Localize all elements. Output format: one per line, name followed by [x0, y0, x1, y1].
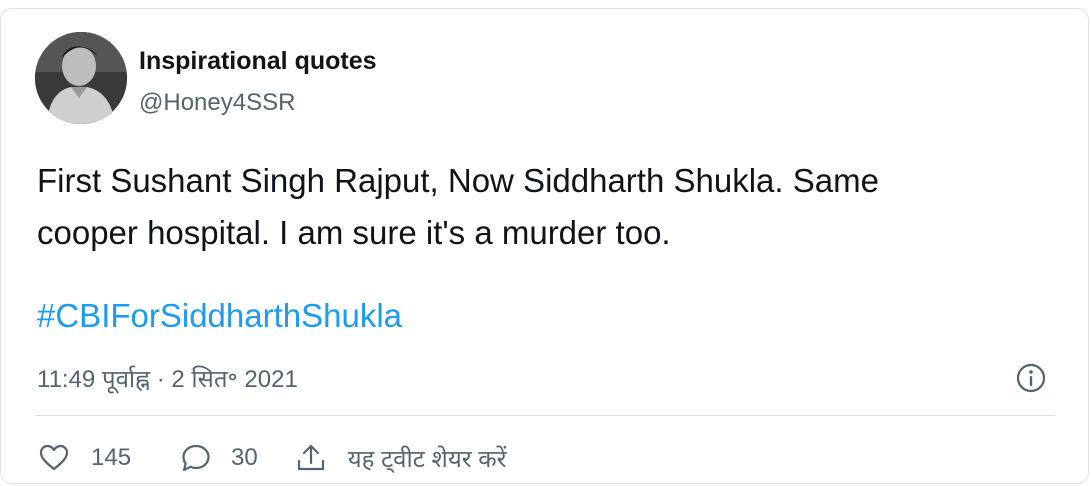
reply-count: 30: [231, 444, 258, 471]
tweet-card: Inspirational quotes @Honey4SSR First Su…: [0, 8, 1089, 484]
author-display-name[interactable]: Inspirational quotes: [139, 47, 377, 76]
avatar[interactable]: [35, 32, 127, 124]
hashtag-link[interactable]: #CBIForSiddharthShukla: [37, 297, 402, 335]
share-icon: [297, 444, 324, 471]
tweet-timestamp[interactable]: 11:49 पूर्वाह्न · 2 सित॰ 2021: [37, 362, 298, 395]
info-icon[interactable]: [1015, 362, 1047, 394]
reply-button[interactable]: 30: [179, 441, 258, 475]
divider: [35, 415, 1055, 416]
tweet-text-line: First Sushant Singh Rajput, Now Siddhart…: [37, 162, 879, 199]
heart-icon: [39, 444, 69, 471]
share-button[interactable]: यह ट्वीट शेयर करें: [294, 441, 507, 475]
share-label: यह ट्वीट शेयर करें: [347, 445, 507, 473]
action-bar: 145 30 यह ट्वीट शेयर करें: [37, 439, 506, 477]
tweet-text: First Sushant Singh Rajput, Now Siddhart…: [37, 155, 1047, 259]
avatar-photo-icon: [35, 32, 127, 124]
tweet-text-line: cooper hospital. I am sure it's a murder…: [37, 214, 671, 251]
reply-icon: [182, 444, 210, 472]
author-handle[interactable]: @Honey4SSR: [139, 89, 295, 117]
like-button[interactable]: 145: [37, 441, 131, 475]
like-count: 145: [91, 444, 132, 471]
